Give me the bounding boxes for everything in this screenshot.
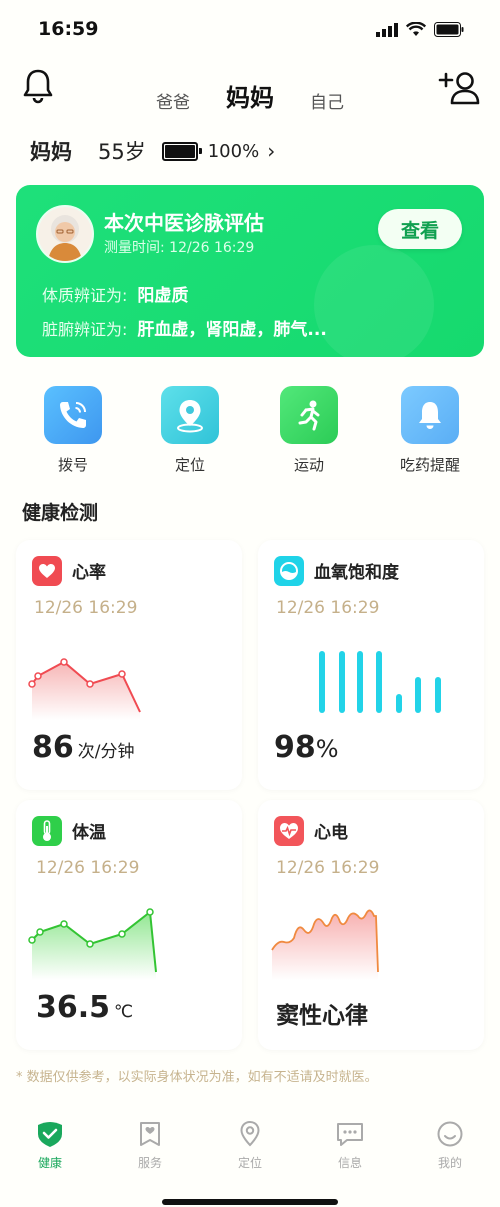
heart-rate-card[interactable]: 心率 12/26 16:29 86 次/分钟: [16, 540, 242, 790]
location-pin-icon: [240, 1120, 260, 1147]
message-icon: [337, 1123, 363, 1146]
bell-icon: [419, 402, 441, 429]
add-member-button[interactable]: [438, 70, 482, 110]
card-time: 12/26 16:29: [34, 598, 138, 618]
nav-item-health[interactable]: 健康: [0, 1120, 100, 1180]
heart-rate-value: 86 次/分钟: [32, 730, 135, 765]
section-title-health-check: 健康检测: [22, 502, 99, 524]
blood-oxygen-value: 98%: [274, 730, 339, 765]
status-time: 16:59: [38, 18, 99, 40]
constitution-value: 阳虚质: [137, 286, 189, 306]
thermometer-icon: [32, 816, 62, 846]
battery-percent: 100%: [207, 140, 260, 162]
phone-icon: [60, 402, 86, 428]
heart-icon: [32, 556, 62, 586]
nav-item-mine[interactable]: 我的: [400, 1120, 500, 1180]
quick-action-label: 运动: [293, 456, 324, 474]
running-icon: [298, 400, 320, 431]
temperature-card[interactable]: 体温 12/26 16:29 36.5 ℃: [16, 800, 242, 1050]
ecg-value: 窦性心律: [276, 1003, 368, 1029]
quick-action-exercise[interactable]: 运动: [259, 386, 359, 475]
card-title: 体温: [72, 823, 106, 843]
temperature-value: 36.5 ℃: [36, 990, 134, 1025]
service-icon: [140, 1122, 160, 1146]
nav-item-location[interactable]: 定位: [200, 1120, 300, 1180]
quick-action-label: 吃药提醒: [399, 456, 460, 474]
member-name: 妈妈: [30, 140, 72, 164]
assessment-time: 测量时间: 12/26 16:29: [104, 240, 255, 256]
card-title: 心电: [314, 823, 348, 843]
ecg-card[interactable]: 心电 12/26 16:29 窦性心律: [258, 800, 484, 1050]
constitution-label: 体质辨证为:: [42, 286, 128, 305]
nav-item-messages[interactable]: 信息: [300, 1120, 400, 1180]
view-assessment-button[interactable]: 查看: [378, 209, 462, 249]
nav-label: 信息: [337, 1156, 362, 1170]
home-indicator: [162, 1199, 338, 1205]
tab-father[interactable]: 爸爸: [138, 88, 208, 113]
blood-oxygen-trend-chart: [319, 651, 441, 713]
tab-self[interactable]: 自己: [292, 88, 362, 113]
quick-action-dial[interactable]: 拨号: [23, 386, 123, 475]
wifi-icon: [406, 22, 426, 36]
add-user-icon: [438, 72, 480, 105]
assessment-title: 本次中医诊脉评估: [104, 211, 264, 235]
oxygen-icon: [274, 556, 304, 586]
blood-oxygen-card[interactable]: 血氧饱和度 12/26 16:29 98%: [258, 540, 484, 790]
member-age: 55岁: [98, 140, 146, 164]
card-title: 心率: [72, 563, 106, 583]
ecg-waveform-chart: [271, 909, 379, 980]
device-battery-icon: [161, 141, 202, 161]
card-time: 12/26 16:29: [276, 858, 380, 878]
nav-label: 定位: [237, 1156, 262, 1170]
card-time: 12/26 16:29: [36, 858, 140, 878]
constitution-line: 体质辨证为: 阳虚质: [42, 281, 188, 306]
disclaimer-text: * 数据仅供参考，以实际身体状况为准，如有不适请及时就医。: [16, 1070, 378, 1085]
organ-value: 肝血虚，肾阳虚，肺气...: [137, 320, 327, 340]
tcm-assessment-card[interactable]: 本次中医诊脉评估 测量时间: 12/26 16:29 查看 体质辨证为: 阳虚质 …: [16, 185, 484, 357]
organ-line: 脏腑辨证为: 肝血虚，肾阳虚，肺气...: [42, 315, 327, 340]
bottom-navigation: 健康 服务 定位 信息 我的: [0, 1120, 500, 1180]
signal-icon: [376, 22, 398, 37]
card-title: 血氧饱和度: [314, 563, 399, 583]
member-profile-row[interactable]: 妈妈 55岁 100% ›: [30, 136, 275, 166]
chevron-right-icon: ›: [267, 139, 276, 163]
avatar: [36, 205, 94, 263]
ecg-icon: [274, 816, 304, 846]
quick-action-label: 拨号: [57, 456, 88, 474]
temperature-trend-chart: [28, 908, 157, 980]
card-time: 12/26 16:29: [276, 598, 380, 618]
family-tabs: 爸爸 妈妈 自己: [0, 78, 500, 113]
smile-icon: [437, 1121, 463, 1147]
nav-label: 我的: [437, 1156, 462, 1170]
quick-action-medicine-reminder[interactable]: 吃药提醒: [380, 386, 480, 475]
nav-item-service[interactable]: 服务: [100, 1120, 200, 1180]
nav-label: 服务: [137, 1156, 162, 1170]
status-icons: [376, 22, 464, 37]
heart-shield-icon: [38, 1122, 62, 1147]
heart-rate-trend-chart: [28, 658, 141, 720]
nav-label: 健康: [37, 1156, 62, 1170]
quick-action-label: 定位: [174, 456, 205, 474]
battery-status-icon: [434, 22, 464, 37]
organ-label: 脏腑辨证为:: [42, 320, 128, 339]
quick-action-locate[interactable]: 定位: [140, 386, 240, 475]
tab-mother[interactable]: 妈妈: [208, 78, 292, 113]
location-icon: [177, 400, 203, 433]
